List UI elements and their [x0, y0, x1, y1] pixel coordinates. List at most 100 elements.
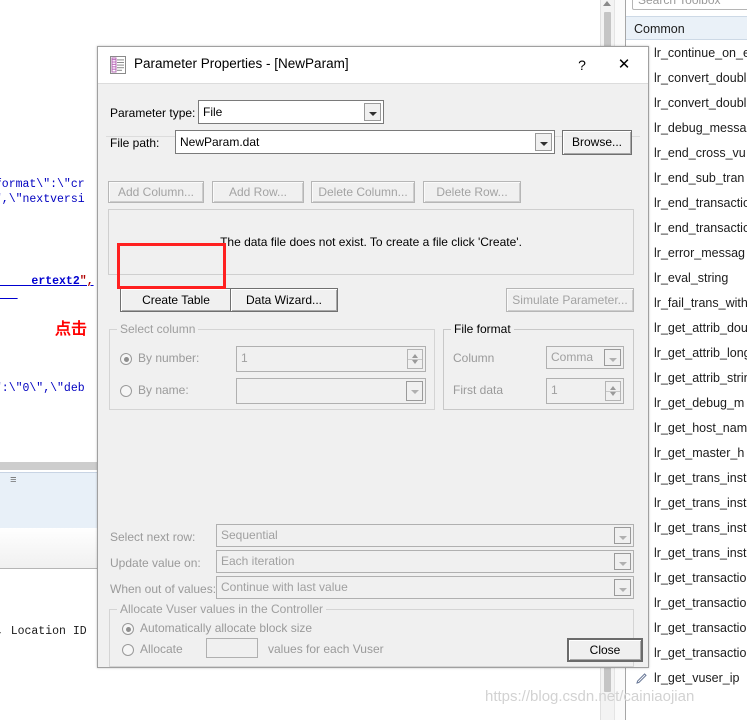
- toolbox-list-item-label: lr_get_master_h: [654, 446, 745, 460]
- toolbox-list-item-label: lr_end_cross_vu: [654, 146, 746, 160]
- close-window-button[interactable]: ✕: [604, 47, 644, 83]
- allocate-vuser-legend: Allocate Vuser values in the Controller: [117, 602, 326, 616]
- code-line: tformat\":\"cr: [0, 178, 85, 191]
- auto-allocate-label: Automatically allocate block size: [140, 621, 313, 635]
- toolbox-list-item-label: lr_get_attrib_strin: [654, 371, 747, 385]
- data-wizard-button[interactable]: Data Wizard...: [230, 288, 338, 312]
- column-separator-combobox[interactable]: Comma: [546, 346, 624, 369]
- chevron-down-icon[interactable]: [535, 133, 552, 151]
- dialog-titlebar[interactable]: Parameter Properties - [NewParam] ? ✕: [98, 47, 648, 84]
- toolbox-list-item-label: lr_get_attrib_dou: [654, 321, 747, 335]
- allocate-values-input[interactable]: [206, 638, 258, 658]
- toolbox-list-item-label: lr_get_trans_inst: [654, 496, 747, 510]
- parameter-type-label: Parameter type:: [110, 106, 196, 120]
- manual-allocate-radio[interactable]: [122, 644, 134, 656]
- simulate-parameter-button[interactable]: Simulate Parameter...: [506, 288, 634, 312]
- toolbox-list-item-label: lr_get_trans_inst: [654, 471, 747, 485]
- toolbox-list-item-label: lr_get_transactio: [654, 596, 747, 610]
- parameter-type-combobox[interactable]: File: [198, 100, 384, 124]
- toolbox-list-item-label: lr_convert_doubl: [654, 71, 747, 85]
- select-column-legend: Select column: [117, 322, 199, 336]
- spinner-down-icon[interactable]: [412, 360, 418, 364]
- by-number-radio[interactable]: [120, 353, 132, 365]
- help-button[interactable]: ?: [562, 47, 602, 83]
- toolbox-list-item-label: lr_get_trans_inst: [654, 521, 747, 535]
- delete-column-button[interactable]: Delete Column...: [311, 181, 415, 203]
- add-column-button[interactable]: Add Column...: [108, 181, 204, 203]
- toolbox-list-item-label: lr_eval_string: [654, 271, 729, 285]
- browse-button[interactable]: Browse...: [562, 130, 632, 155]
- spinner-up-icon[interactable]: [412, 354, 418, 358]
- code-hyperlink[interactable]: ertext2",: [0, 262, 94, 301]
- spinner-control[interactable]: [605, 381, 621, 401]
- auto-allocate-radio[interactable]: [122, 623, 134, 635]
- chevron-down-icon[interactable]: [614, 579, 631, 596]
- by-name-radio[interactable]: [120, 385, 132, 397]
- watermark-text: https://blog.csdn.net/cainiaojian: [485, 688, 695, 705]
- code-line: d, Location ID: [0, 625, 87, 638]
- toolbox-list-item-label: lr_fail_trans_with: [654, 296, 747, 310]
- by-name-label: By name:: [138, 383, 189, 397]
- code-hyperlink-suffix: ",: [79, 275, 94, 288]
- toolbox-list-item-label: lr_end_transactio: [654, 221, 747, 235]
- data-file-message-panel: The data file does not exist. To create …: [108, 209, 634, 275]
- by-name-combobox[interactable]: [236, 378, 426, 404]
- file-path-label: File path:: [110, 136, 160, 150]
- chevron-down-icon[interactable]: [614, 553, 631, 570]
- chevron-down-icon[interactable]: [604, 349, 621, 366]
- dialog-body: Parameter type: File File path: NewParam…: [98, 84, 648, 667]
- toolbox-list-item-label: lr_end_sub_tran: [654, 171, 745, 185]
- toolbox-list-item-label: lr_continue_on_e: [654, 46, 747, 60]
- file-path-value: NewParam.dat: [180, 135, 260, 149]
- spinner-down-icon[interactable]: [610, 392, 616, 396]
- toolbox-list-item-label: lr_convert_doubl: [654, 96, 747, 110]
- toolbox-list-item-label: lr_get_transactio: [654, 571, 747, 585]
- toolbox-list-item-label: lr_get_trans_inst: [654, 546, 747, 560]
- spinner-up-icon[interactable]: [610, 386, 616, 390]
- row-handle-icon: ≡: [10, 475, 17, 487]
- when-out-of-values-combobox[interactable]: Continue with last value: [216, 576, 634, 599]
- data-file-message: The data file does not exist. To create …: [220, 235, 522, 249]
- toolbox-list-item-label: lr_get_host_nam: [654, 421, 747, 435]
- toolbox-list-item-label: lr_error_messag: [654, 246, 746, 260]
- chevron-down-icon[interactable]: [406, 381, 423, 401]
- manual-allocate-label: Allocate: [140, 642, 183, 656]
- first-data-value: 1: [551, 383, 558, 397]
- first-data-label: First data: [453, 383, 504, 397]
- spinner-control[interactable]: [407, 349, 423, 369]
- dialog-title: Parameter Properties - [NewParam]: [134, 56, 349, 71]
- by-number-spinner[interactable]: 1: [236, 346, 426, 372]
- toolbox-list-item-label: lr_get_transactio: [654, 621, 747, 635]
- click-annotation-label: 点击: [55, 319, 88, 338]
- select-next-row-combobox[interactable]: Sequential: [216, 524, 634, 547]
- when-out-of-values-label: When out of values:: [110, 582, 217, 596]
- search-toolbox-input[interactable]: Search Toolbox: [632, 0, 747, 10]
- file-format-legend: File format: [451, 322, 514, 336]
- screen-root: tformat\":\"cr \",\"nextversi ertext2", …: [0, 0, 747, 720]
- toolbox-group-header[interactable]: Common: [626, 16, 747, 40]
- update-value-on-label: Update value on:: [110, 556, 201, 570]
- dialog-close-button[interactable]: Close: [567, 638, 643, 662]
- code-line: \",\"nextversi: [0, 193, 85, 206]
- toolbox-list-item-label: lr_get_attrib_long: [654, 346, 747, 360]
- toolbox-list-item-label: lr_get_vuser_ip: [654, 671, 740, 685]
- by-number-label: By number:: [138, 351, 200, 365]
- allocate-values-suffix-label: values for each Vuser: [268, 642, 384, 656]
- create-table-button[interactable]: Create Table: [120, 288, 232, 312]
- when-out-of-values-value: Continue with last value: [221, 580, 348, 594]
- parameter-type-value: File: [203, 105, 223, 119]
- by-number-value: 1: [241, 351, 248, 365]
- file-path-combobox[interactable]: NewParam.dat: [175, 130, 555, 154]
- parameter-list-icon: [110, 56, 126, 74]
- delete-row-button[interactable]: Delete Row...: [423, 181, 521, 203]
- update-value-on-value: Each iteration: [221, 554, 295, 568]
- code-hyperlink-text: ertext2: [31, 275, 80, 288]
- code-line: \":\"0\",\"deb: [0, 382, 85, 395]
- add-row-button[interactable]: Add Row...: [212, 181, 304, 203]
- column-separator-value: Comma: [551, 350, 594, 364]
- scroll-up-arrow-icon[interactable]: [603, 1, 611, 6]
- first-data-spinner[interactable]: 1: [546, 378, 624, 404]
- chevron-down-icon[interactable]: [364, 103, 381, 121]
- chevron-down-icon[interactable]: [614, 527, 631, 544]
- update-value-on-combobox[interactable]: Each iteration: [216, 550, 634, 573]
